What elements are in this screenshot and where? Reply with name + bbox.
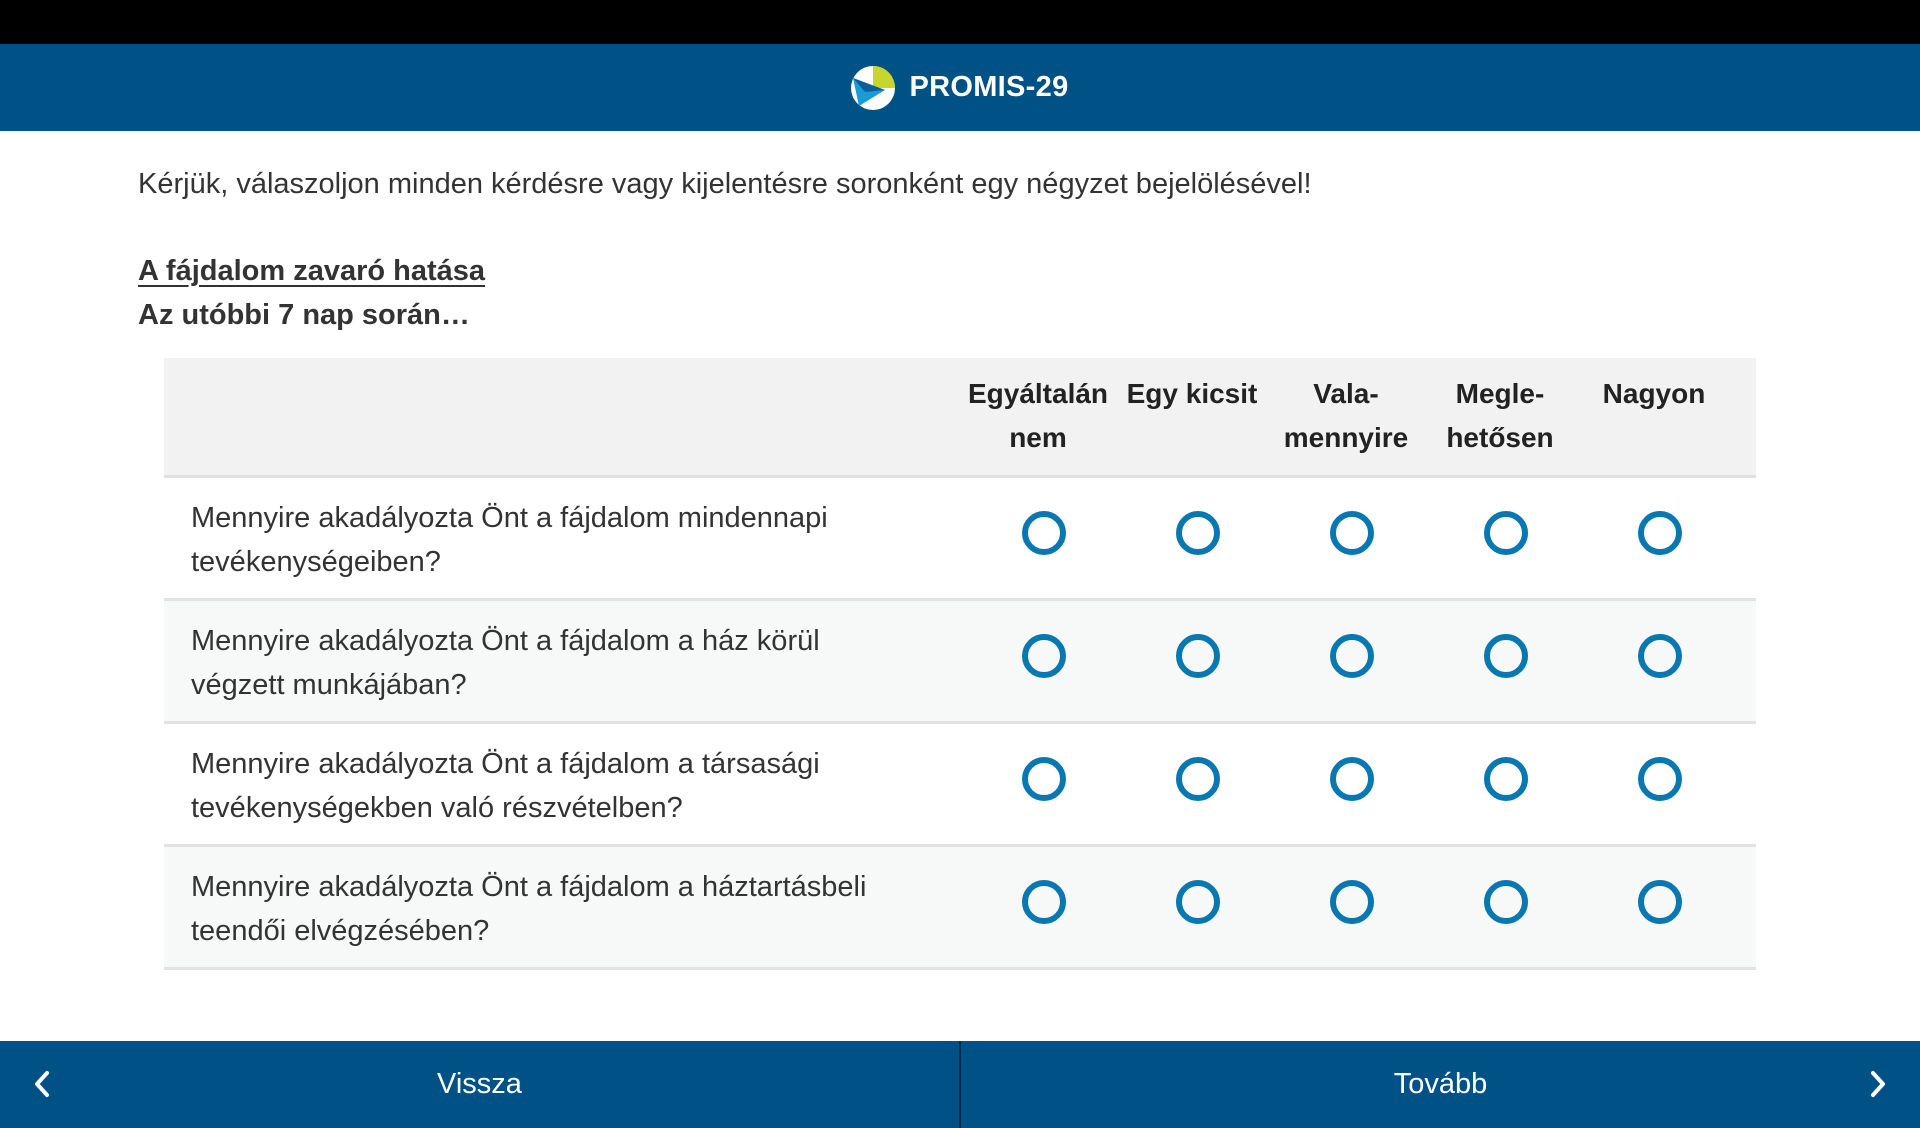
- radio-q2-nagyon[interactable]: [1638, 634, 1682, 678]
- column-header-nagyon: Nagyon: [1602, 378, 1706, 409]
- app-title: PROMIS-29: [909, 71, 1069, 103]
- section-subtitle: Az utóbbi 7 nap során…: [138, 299, 470, 331]
- radio-q1-meglehetosen[interactable]: [1484, 511, 1528, 555]
- radio-q4-egyaltalan-nem[interactable]: [1022, 880, 1066, 924]
- radio-q2-meglehetosen[interactable]: [1484, 634, 1528, 678]
- radio-q1-egy-kicsit[interactable]: [1176, 511, 1220, 555]
- next-button[interactable]: Tovább: [961, 1041, 1920, 1128]
- radio-q2-valamennyire[interactable]: [1330, 634, 1374, 678]
- back-button-label: Vissza: [437, 1068, 522, 1100]
- column-header-valamennyire: Vala-mennyire: [1283, 378, 1409, 453]
- question-row: Mennyire akadályozta Önt a fájdalom a há…: [164, 847, 1756, 970]
- radio-q4-egy-kicsit[interactable]: [1176, 880, 1220, 924]
- instructions-text: Kérjük, válaszoljon minden kérdésre vagy…: [138, 168, 1312, 200]
- chevron-left-icon: [35, 1071, 49, 1097]
- question-row: Mennyire akadályozta Önt a fájdalom mind…: [164, 478, 1756, 601]
- question-row: Mennyire akadályozta Önt a fájdalom a há…: [164, 601, 1756, 724]
- radio-q1-egyaltalan-nem[interactable]: [1022, 511, 1066, 555]
- radio-q1-nagyon[interactable]: [1638, 511, 1682, 555]
- section-title: A fájdalom zavaró hatása: [138, 255, 486, 287]
- radio-q3-nagyon[interactable]: [1638, 757, 1682, 801]
- radio-q1-valamennyire[interactable]: [1330, 511, 1374, 555]
- questionnaire-grid: Egyáltalán nem Egy kicsit Vala-mennyire M…: [164, 358, 1756, 970]
- column-header-egy-kicsit: Egy kicsit: [1126, 378, 1258, 409]
- promis-logo-icon: [851, 65, 896, 110]
- question-row: Mennyire akadályozta Önt a fájdalom a tá…: [164, 724, 1756, 847]
- status-bar: [0, 0, 1920, 44]
- radio-q3-egyaltalan-nem[interactable]: [1022, 757, 1066, 801]
- question-text: Mennyire akadályozta Önt a fájdalom mind…: [191, 502, 828, 578]
- next-button-label: Tovább: [1393, 1068, 1488, 1100]
- radio-q4-nagyon[interactable]: [1638, 880, 1682, 924]
- radio-q3-meglehetosen[interactable]: [1484, 757, 1528, 801]
- radio-q2-egyaltalan-nem[interactable]: [1022, 634, 1066, 678]
- radio-q3-valamennyire[interactable]: [1330, 757, 1374, 801]
- back-button[interactable]: Vissza: [0, 1041, 961, 1128]
- radio-q4-meglehetosen[interactable]: [1484, 880, 1528, 924]
- radio-q3-egy-kicsit[interactable]: [1176, 757, 1220, 801]
- column-header-meglehetosen: Megle-hetősen: [1446, 378, 1554, 453]
- question-text: Mennyire akadályozta Önt a fájdalom a há…: [191, 625, 820, 701]
- app-header: PROMIS-29: [0, 44, 1920, 131]
- bottom-nav-bar: Vissza Tovább: [0, 1041, 1920, 1128]
- grid-header: Egyáltalán nem Egy kicsit Vala-mennyire M…: [164, 358, 1756, 478]
- radio-q4-valamennyire[interactable]: [1330, 880, 1374, 924]
- chevron-right-icon: [1871, 1071, 1885, 1097]
- radio-q2-egy-kicsit[interactable]: [1176, 634, 1220, 678]
- column-header-egyaltalan-nem: Egyáltalán nem: [967, 378, 1109, 453]
- question-text: Mennyire akadályozta Önt a fájdalom a tá…: [191, 748, 820, 824]
- question-text: Mennyire akadályozta Önt a fájdalom a há…: [191, 871, 867, 947]
